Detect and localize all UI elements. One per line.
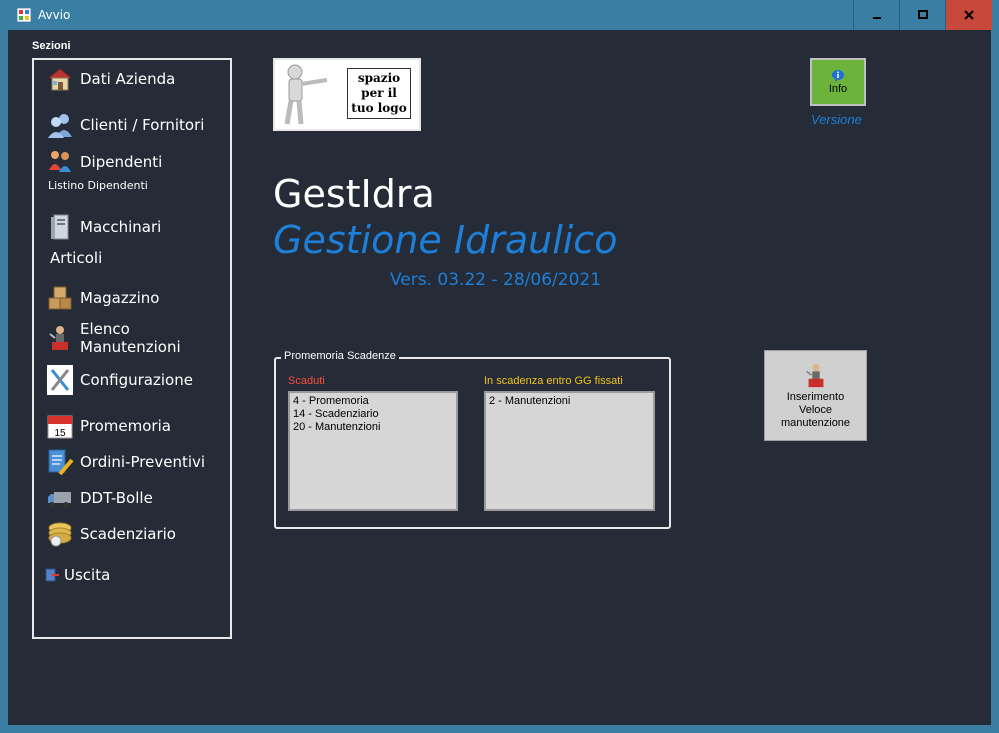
list-item[interactable]: 14 - Scadenziario (293, 408, 453, 421)
sidebar-item-label: Elenco Manutenzioni (80, 320, 181, 356)
expired-list[interactable]: 4 - Promemoria 14 - Scadenziario 20 - Ma… (288, 391, 458, 511)
sidebar-item-label: Macchinari (80, 218, 162, 236)
sidebar-item-configurazione[interactable]: Configurazione (46, 365, 193, 395)
exit-icon (44, 561, 60, 589)
list-item[interactable]: 4 - Promemoria (293, 395, 453, 408)
sections-label: Sezioni (32, 40, 71, 52)
coins-icon (46, 520, 74, 548)
calendar-icon: 15 (46, 412, 74, 440)
quick-label-line: Inserimento (786, 391, 845, 403)
sidebar-item-ddt-bolle[interactable]: DDT-Bolle (46, 484, 153, 512)
app-title: GestIdra (273, 172, 435, 216)
quick-label-line: manutenzione (780, 417, 851, 429)
sidebar-item-ordini-preventivi[interactable]: Ordini-Preventivi (46, 448, 205, 476)
sidebar-item-label: Ordini-Preventivi (80, 453, 206, 471)
app-icon (17, 8, 31, 22)
maximize-icon (917, 10, 928, 19)
list-item[interactable]: 20 - Manutenzioni (293, 421, 453, 434)
users-icon (46, 111, 74, 139)
sidebar-item-scadenziario[interactable]: Scadenziario (46, 520, 176, 548)
sidebar-item-promemoria[interactable]: 15 Promemoria (46, 412, 171, 440)
close-icon (964, 10, 974, 20)
version-link[interactable]: Versione (811, 112, 862, 127)
sidebar-item-articoli[interactable]: Articoli (50, 249, 102, 267)
reminders-group-title: Promemoria Scadenze (281, 350, 399, 362)
document-pen-icon (46, 448, 74, 476)
sidebar-item-elenco-manutenzioni[interactable]: Elenco Manutenzioni (46, 320, 230, 356)
sidebar-item-magazzino[interactable]: Magazzino (46, 284, 159, 312)
maximize-button[interactable] (899, 0, 945, 30)
upcoming-list[interactable]: 2 - Manutenzioni (484, 391, 655, 511)
window-title: Avvio (38, 8, 71, 22)
mechanic-icon (46, 324, 74, 352)
sidebar-item-label: Articoli (50, 249, 103, 267)
expired-label: Scaduti (288, 375, 325, 387)
sections-panel: Dati Azienda Clienti / Fornitori Dipende… (32, 58, 232, 639)
title-bar[interactable]: Avvio (0, 0, 999, 30)
sidebar-item-label: Listino Dipendenti (48, 179, 148, 192)
close-button[interactable] (945, 0, 992, 30)
sidebar-item-label: Clienti / Fornitori (80, 116, 205, 134)
logo-placeholder: spazio per il tuo logo (273, 58, 421, 131)
svg-text:15: 15 (54, 428, 66, 439)
list-item[interactable]: 2 - Manutenzioni (489, 395, 650, 408)
sidebar-item-label: Dipendenti (80, 153, 163, 171)
server-icon (46, 213, 74, 241)
house-icon (46, 65, 74, 93)
sidebar-item-label: Dati Azienda (80, 70, 176, 88)
sidebar-item-label: Configurazione (80, 371, 193, 389)
quick-label-line: Veloce (798, 404, 833, 416)
app-subtitle: Gestione Idraulico (273, 218, 618, 262)
sidebar-item-label: Scadenziario (80, 525, 176, 543)
reminders-group: Promemoria Scadenze Scaduti In scadenza … (274, 350, 671, 529)
people-icon (46, 148, 74, 176)
minimize-icon (872, 17, 881, 19)
sidebar-item-label: Magazzino (80, 289, 160, 307)
sidebar-item-dipendenti[interactable]: Dipendenti (46, 148, 162, 176)
upcoming-label: In scadenza entro GG fissati (484, 375, 623, 387)
sidebar-item-label: Uscita (64, 566, 111, 584)
quick-maintenance-button[interactable]: Inserimento Veloce manutenzione (764, 350, 867, 441)
sidebar-item-label: DDT-Bolle (80, 489, 153, 507)
info-button[interactable]: Info (810, 58, 866, 106)
sidebar-item-macchinari[interactable]: Macchinari (46, 213, 161, 241)
logo-text: spazio per il tuo logo (347, 68, 411, 119)
boxes-icon (46, 284, 74, 312)
logo-text-line: per il (361, 86, 397, 100)
app-version: Vers. 03.22 - 28/06/2021 (390, 270, 602, 290)
logo-text-line: spazio (357, 71, 401, 85)
mechanic-icon (805, 363, 823, 388)
info-icon (832, 70, 844, 82)
sidebar-item-clienti-fornitori[interactable]: Clienti / Fornitori (46, 111, 204, 139)
sidebar-item-label: Promemoria (80, 417, 171, 435)
figure-icon (284, 64, 328, 125)
info-label: Info (828, 83, 848, 95)
minimize-button[interactable] (853, 0, 899, 30)
sidebar-item-uscita[interactable]: Uscita (44, 561, 110, 589)
sidebar-item-listino-dipendenti[interactable]: Listino Dipendenti (48, 179, 148, 192)
sidebar-item-dati-azienda[interactable]: Dati Azienda (46, 65, 175, 93)
tools-icon (46, 365, 74, 395)
logo-text-line: tuo logo (351, 101, 407, 115)
truck-icon (46, 484, 74, 512)
client-area: Sezioni Dati Azienda Clienti / Fornitori… (8, 30, 991, 725)
